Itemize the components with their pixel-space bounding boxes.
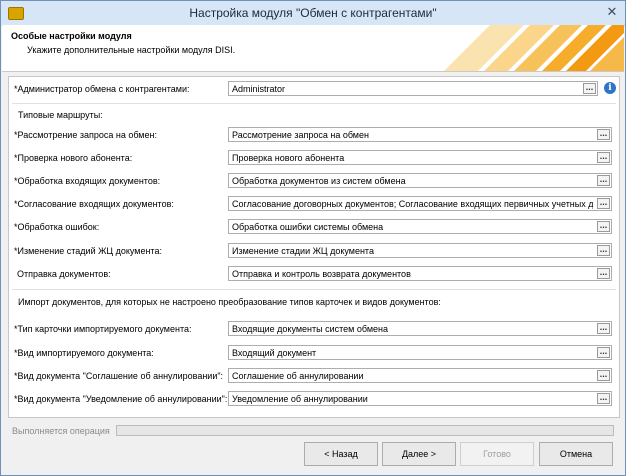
status-text: Выполняется операция — [12, 426, 110, 436]
divider — [12, 103, 616, 104]
route-label-sending: Отправка документов: — [17, 269, 111, 279]
import-browse-button[interactable]: ... — [597, 393, 610, 404]
import-browse-button[interactable]: ... — [597, 323, 610, 334]
page-subtitle: Укажите дополнительные настройки модуля … — [27, 45, 236, 55]
route-value-incoming-processing: Обработка документов из систем обмена — [232, 176, 406, 186]
admin-browse-button[interactable]: ... — [583, 83, 596, 94]
import-label-document-kind: *Вид импортируемого документа: — [14, 348, 154, 358]
routes-group-title: Типовые маршруты: — [18, 110, 103, 120]
route-field-incoming-approval[interactable]: Согласование договорных документов; Согл… — [228, 196, 612, 211]
next-button[interactable]: Далее > — [382, 442, 456, 466]
route-label-incoming-processing: *Обработка входящих документов: — [14, 176, 161, 186]
route-value-new-subscriber: Проверка нового абонента — [232, 153, 345, 163]
page-title: Особые настройки модуля — [11, 31, 132, 41]
route-value-incoming-approval: Согласование договорных документов; Согл… — [232, 199, 593, 209]
import-label-cancellation-notice: *Вид документа "Уведомление об аннулиров… — [14, 394, 228, 404]
route-value-error-processing: Обработка ошибки системы обмена — [232, 222, 384, 232]
import-value-document-kind: Входящий документ — [232, 348, 317, 358]
route-browse-button[interactable]: ... — [597, 245, 610, 256]
admin-value: Administrator — [232, 84, 286, 94]
admin-label: *Администратор обмена с контрагентами: — [14, 84, 190, 94]
done-button[interactable]: Готово — [460, 442, 534, 466]
import-label-card-type: *Тип карточки импортируемого документа: — [14, 324, 192, 334]
import-field-cancellation-agreement[interactable]: Соглашение об аннулировании ... — [228, 368, 612, 383]
route-field-new-subscriber[interactable]: Проверка нового абонента ... — [228, 150, 612, 165]
operation-progress-bar — [116, 425, 614, 436]
info-icon[interactable]: i — [604, 82, 616, 94]
header-decoration — [444, 25, 624, 71]
close-button[interactable]: ✕ — [603, 5, 621, 21]
wizard-window: Настройка модуля "Обмен с контрагентами"… — [0, 0, 626, 476]
import-group-title: Импорт документов, для которых не настро… — [18, 297, 441, 307]
import-field-cancellation-notice[interactable]: Уведомление об аннулировании ... — [228, 391, 612, 406]
wizard-header: Особые настройки модуля Укажите дополнит… — [2, 25, 624, 72]
route-browse-button[interactable]: ... — [597, 152, 610, 163]
route-field-lifecycle-change[interactable]: Изменение стадии ЖЦ документа ... — [228, 243, 612, 258]
route-label-new-subscriber: *Проверка нового абонента: — [14, 153, 133, 163]
import-browse-button[interactable]: ... — [597, 347, 610, 358]
route-field-sending[interactable]: Отправка и контроль возврата документов … — [228, 266, 612, 281]
route-field-incoming-processing[interactable]: Обработка документов из систем обмена ..… — [228, 173, 612, 188]
route-field-exchange-request[interactable]: Рассмотрение запроса на обмен ... — [228, 127, 612, 142]
import-value-cancellation-notice: Уведомление об аннулировании — [232, 394, 368, 404]
import-label-cancellation-agreement: *Вид документа "Соглашение об аннулирова… — [14, 371, 224, 381]
back-button[interactable]: < Назад — [304, 442, 378, 466]
import-field-card-type[interactable]: Входящие документы систем обмена ... — [228, 321, 612, 336]
route-browse-button[interactable]: ... — [597, 268, 610, 279]
route-browse-button[interactable]: ... — [597, 175, 610, 186]
settings-panel: *Администратор обмена с контрагентами: A… — [8, 76, 620, 418]
route-label-lifecycle-change: *Изменение стадий ЖЦ документа: — [14, 246, 162, 256]
import-field-document-kind[interactable]: Входящий документ ... — [228, 345, 612, 360]
route-browse-button[interactable]: ... — [597, 221, 610, 232]
import-value-cancellation-agreement: Соглашение об аннулировании — [232, 371, 364, 381]
route-value-lifecycle-change: Изменение стадии ЖЦ документа — [232, 246, 374, 256]
route-browse-button[interactable]: ... — [597, 129, 610, 140]
divider — [12, 289, 616, 290]
cancel-button[interactable]: Отмена — [539, 442, 613, 466]
title-bar: Настройка модуля "Обмен с контрагентами"… — [1, 1, 625, 26]
route-label-error-processing: *Обработка ошибок: — [14, 222, 100, 232]
route-field-error-processing[interactable]: Обработка ошибки системы обмена ... — [228, 219, 612, 234]
admin-field[interactable]: Administrator ... — [228, 81, 598, 96]
window-title: Настройка модуля "Обмен с контрагентами" — [189, 6, 437, 20]
import-value-card-type: Входящие документы систем обмена — [232, 324, 388, 334]
route-label-exchange-request: *Рассмотрение запроса на обмен: — [14, 130, 157, 140]
route-browse-button[interactable]: ... — [597, 198, 610, 209]
route-label-incoming-approval: *Согласование входящих документов: — [14, 199, 174, 209]
route-value-sending: Отправка и контроль возврата документов — [232, 269, 411, 279]
import-browse-button[interactable]: ... — [597, 370, 610, 381]
route-value-exchange-request: Рассмотрение запроса на обмен — [232, 130, 369, 140]
